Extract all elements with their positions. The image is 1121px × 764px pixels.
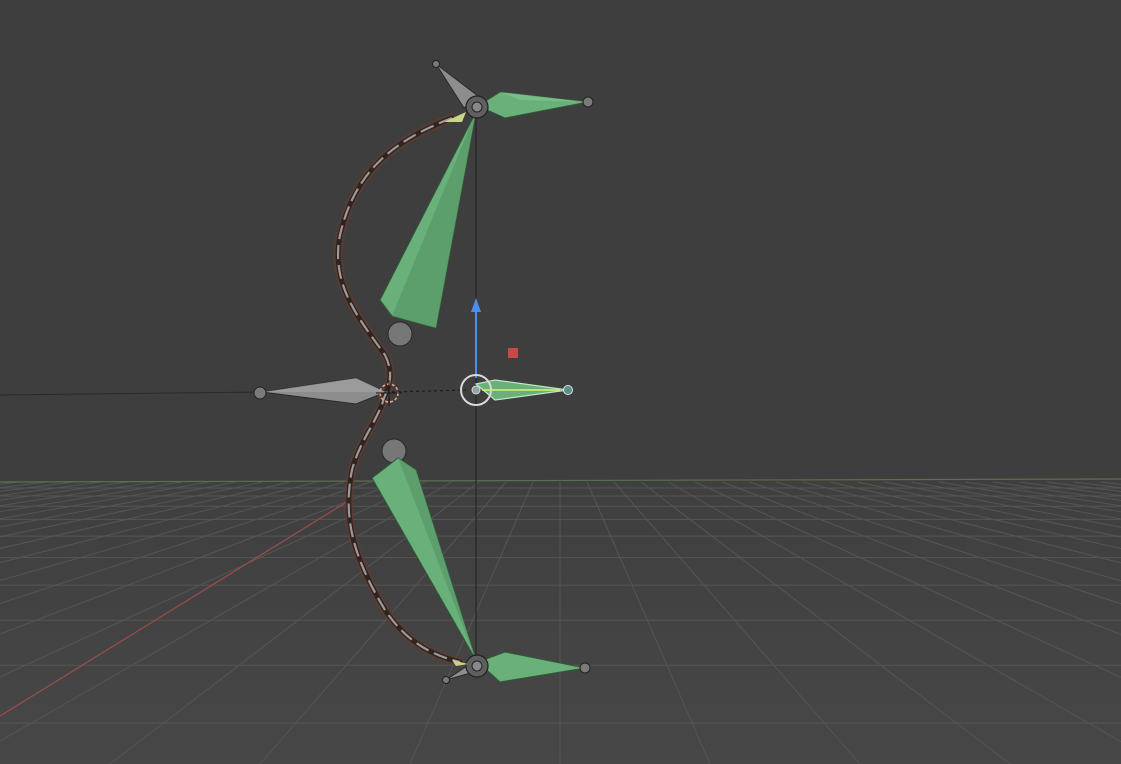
origin-point-icon[interactable] (508, 348, 518, 358)
top-tip-bone[interactable] (476, 91, 594, 119)
grip-bone[interactable] (253, 377, 388, 405)
3d-viewport[interactable] (0, 0, 1121, 764)
relation-dashed-line (391, 389, 467, 393)
y-axis-line (0, 478, 1121, 483)
viewport-canvas[interactable] (0, 0, 1121, 764)
parent-line (0, 391, 263, 396)
